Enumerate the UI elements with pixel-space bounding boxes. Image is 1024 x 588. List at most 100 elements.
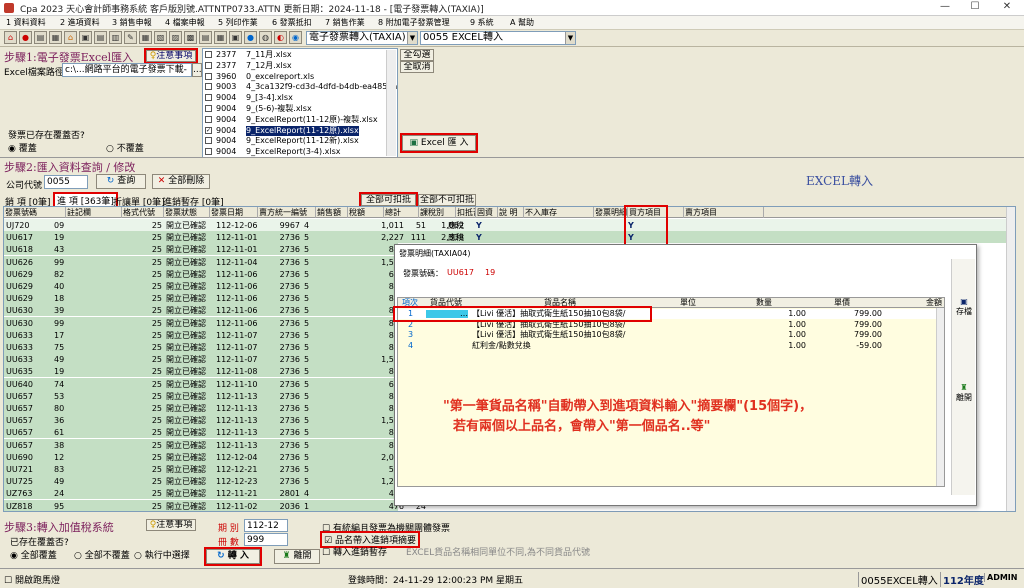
convert-button[interactable]: ↻ 轉 入 xyxy=(204,547,262,566)
browse-button[interactable]: ... xyxy=(192,63,202,77)
leave-button-2[interactable]: ♜ 離開 xyxy=(274,549,320,564)
file-row[interactable]: 9004 9_[3-4].xlsx xyxy=(203,93,397,103)
menu-item-3[interactable]: 3 銷售申報 xyxy=(112,17,152,28)
popup-item-row[interactable]: 3 【Livi 優活】抽取式衛生紙150抽10包8袋/1.00 799.00 xyxy=(398,330,944,340)
tool-icon-16[interactable]: ● xyxy=(244,31,257,44)
grid-header-cell[interactable]: 固資 xyxy=(476,207,498,218)
grid-header-cell[interactable]: 發票明細 xyxy=(594,207,628,218)
maximize-button[interactable]: ☐ xyxy=(960,1,990,15)
file-row[interactable]: 9004 9_ExcelReport(11-12原)-複製.xlsx xyxy=(203,115,397,125)
tool-icon-5[interactable]: ▣ xyxy=(79,31,92,44)
table-row[interactable]: UU617 19 25 開立已確認 112-11-01 2736 5 2,227 111 2,33… xyxy=(4,231,1015,244)
menu-item-8[interactable]: 8 附加電子發票管理 xyxy=(378,17,450,28)
marquee-toggle[interactable]: ☐ 開啟跑馬燈 xyxy=(4,573,60,586)
file-row[interactable]: 2377 7_12月.xlsx xyxy=(203,61,397,71)
file-row[interactable]: ✓ 9004 9_ExcelReport(11-12原).xlsx xyxy=(203,125,397,136)
tool-icon-18[interactable]: ◐ xyxy=(274,31,287,44)
grid-header-cell[interactable]: 銷售額 xyxy=(316,207,348,218)
company-input[interactable]: 0055 xyxy=(44,175,88,189)
file-row[interactable]: 9004 9_ExcelReport(3-4).xlsx xyxy=(203,147,397,157)
file-checkbox[interactable] xyxy=(205,137,212,145)
radio-overwrite[interactable]: ◉ 覆蓋 xyxy=(8,141,37,154)
file-row[interactable]: 9004 9_ExcelReport(11-12新).xlsx xyxy=(203,136,397,146)
radio-no-overwrite[interactable]: ○ 不覆蓋 xyxy=(106,141,144,154)
file-row[interactable]: 9004 9_(5-6)-複製.xlsx xyxy=(203,104,397,114)
grid-header-cell[interactable]: 賣方統一編號 xyxy=(258,207,316,218)
table-row[interactable]: UJ720 09 25 開立已確認 112-12-06 9967 4 1,011 51 1,062… xyxy=(4,219,1015,232)
popup-item-row[interactable]: 4 紅利金/點數兌換 1.00 -59.00 xyxy=(398,341,944,351)
tool-icon-1[interactable]: ● xyxy=(19,31,32,44)
grid-header-cell[interactable]: 不入庫存 xyxy=(524,207,594,218)
module-select[interactable]: 0055 EXCEL轉入 ▼ xyxy=(420,31,576,45)
file-row[interactable]: 2377 7_11月.xlsx xyxy=(203,50,397,60)
tool-icon-11[interactable]: ▨ xyxy=(169,31,182,44)
grid-header-cell[interactable]: 發票狀態 xyxy=(164,207,210,218)
popup-item-row[interactable]: 2 【Livi 優活】抽取式衛生紙150抽10包8袋/1.00 799.00 xyxy=(398,320,944,330)
file-checkbox[interactable] xyxy=(205,94,212,102)
leave-button[interactable]: ♜ 離開 xyxy=(954,383,974,403)
grid-header-cell[interactable]: 扣抵否 xyxy=(456,207,476,218)
tool-icon-2[interactable]: ▤ xyxy=(34,31,47,44)
file-checkbox[interactable] xyxy=(205,115,212,123)
file-row[interactable]: 9003 4_3ca132f9-cd3d-4dfd-b4db-ea4854ad0 xyxy=(203,82,397,92)
tool-icon-15[interactable]: ▣ xyxy=(229,31,242,44)
clear-all-button[interactable]: 全取消 xyxy=(400,61,434,73)
file-checkbox[interactable] xyxy=(205,105,212,112)
popup-items-table[interactable]: 項次 貨品代號 貨品名稱 單位 數量 單價 金額 1… 【Livi 優活】抽取式衛… xyxy=(397,297,945,487)
notice-button[interactable]: ♀注意事項 xyxy=(144,48,198,64)
home-icon[interactable]: ⌂ xyxy=(4,31,17,44)
grid-header-cell[interactable]: 格式代號 xyxy=(122,207,164,218)
file-checkbox[interactable] xyxy=(205,72,212,80)
deduct-all-button[interactable]: 全部可扣抵 xyxy=(359,192,418,208)
close-button[interactable]: ✕ xyxy=(992,1,1022,15)
tool-icon-19[interactable]: ◉ xyxy=(289,31,302,44)
chk-temp-store[interactable]: ☐ 轉入進銷暫存 xyxy=(322,545,387,558)
file-checkbox[interactable] xyxy=(205,51,212,58)
file-checkbox[interactable]: ✓ xyxy=(205,126,212,134)
tool-icon-3[interactable]: ▦ xyxy=(49,31,62,44)
tool-icon-17[interactable]: ◍ xyxy=(259,31,272,44)
menu-item-7[interactable]: 7 銷售作業 xyxy=(325,17,365,28)
file-checkbox[interactable] xyxy=(205,83,212,91)
grid-header-cell[interactable]: 稅額 xyxy=(348,207,384,218)
radio-all-overwrite[interactable]: ◉ 全部覆蓋 xyxy=(10,548,57,561)
grid-header-cell[interactable]: 總計 xyxy=(384,207,419,218)
no-deduct-all-button[interactable]: 全部不可扣抵 xyxy=(418,194,476,206)
file-row[interactable]: 3960 0_excelreport.xls xyxy=(203,72,397,82)
minimize-button[interactable]: — xyxy=(930,1,960,15)
excel-import-button[interactable]: ▣ Excel 匯 入 xyxy=(400,133,478,153)
file-checkbox[interactable] xyxy=(205,61,212,69)
save-button[interactable]: ▣ 存檔 xyxy=(954,297,974,317)
tool-icon-12[interactable]: ▩ xyxy=(184,31,197,44)
chevron-down-icon[interactable]: ▼ xyxy=(565,32,575,44)
tool-icon-10[interactable]: ▧ xyxy=(154,31,167,44)
file-list-scrollbar[interactable] xyxy=(386,50,396,156)
radio-all-no-overwrite[interactable]: ○ 全部不覆蓋 xyxy=(74,548,130,561)
tool-icon-7[interactable]: ▥ xyxy=(109,31,122,44)
select-all-button[interactable]: 全勾選 xyxy=(400,49,434,61)
menu-item-1[interactable]: 1 資料資料 xyxy=(6,17,46,28)
radio-choose-runtime[interactable]: ○ 執行中選擇 xyxy=(134,548,190,561)
grid-header-cell[interactable]: 說 明 xyxy=(498,207,524,218)
path-input[interactable]: c:\...網路平台的電子發票下載- xyxy=(62,63,192,77)
grid-header-cell[interactable]: 註記欄 xyxy=(66,207,122,218)
tool-icon-6[interactable]: ▤ xyxy=(94,31,107,44)
query-button[interactable]: ↻ 查詢 xyxy=(96,174,146,189)
tool-icon-13[interactable]: ▤ xyxy=(199,31,212,44)
period-input[interactable]: 112-12 xyxy=(244,519,288,532)
tool-icon-14[interactable]: ▦ xyxy=(214,31,227,44)
book-input[interactable]: 999 xyxy=(244,533,288,546)
delete-all-button[interactable]: ✕ 全部刪除 xyxy=(152,174,210,189)
notice-button-2[interactable]: ♀注意事項 xyxy=(146,519,196,531)
menu-item-10[interactable]: A 幫助 xyxy=(510,17,534,28)
menu-item-4[interactable]: 4 檔案申報 xyxy=(165,17,205,28)
grid-scrollbar[interactable] xyxy=(1006,207,1015,511)
grid-header-cell[interactable]: 賣方項目 xyxy=(684,207,764,218)
grid-header-cell[interactable]: 課稅別 xyxy=(419,207,456,218)
menu-item-9[interactable]: 9 系統 xyxy=(470,17,494,28)
tool-icon-8[interactable]: ✎ xyxy=(124,31,137,44)
menu-item-5[interactable]: 5 列印作業 xyxy=(218,17,258,28)
grid-header-cell[interactable]: 發票日期 xyxy=(210,207,258,218)
grid-header-cell[interactable]: 發票號碼 xyxy=(4,207,66,218)
tool-icon-4[interactable]: ⌂ xyxy=(64,31,77,44)
